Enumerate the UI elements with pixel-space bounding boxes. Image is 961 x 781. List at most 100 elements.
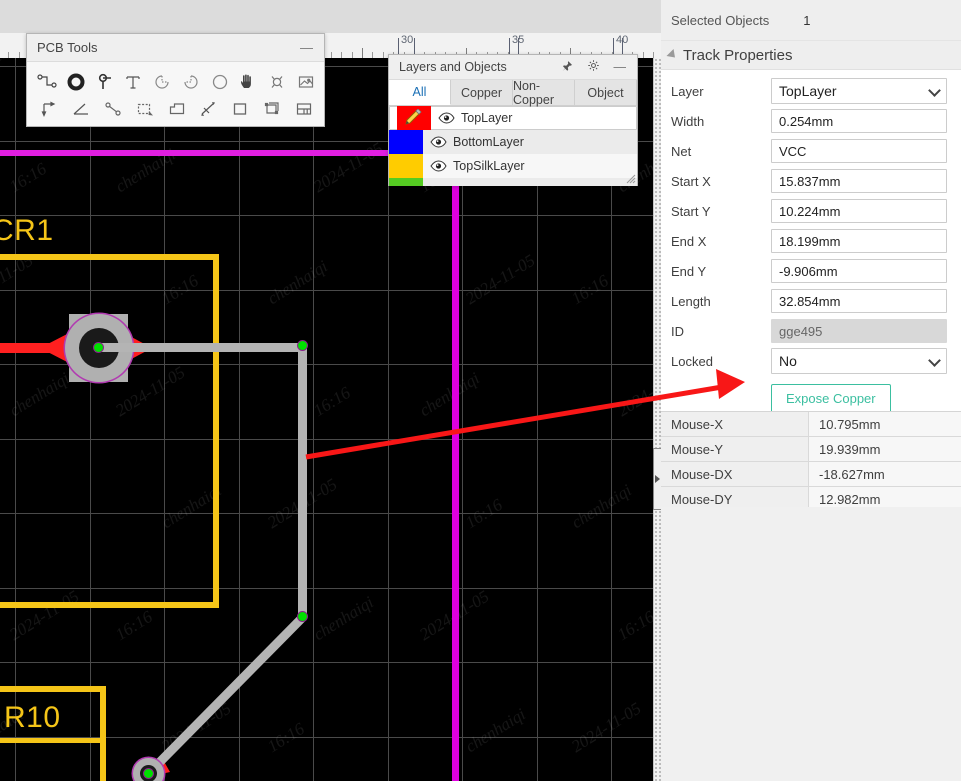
pad-tool[interactable] <box>62 68 91 95</box>
property-label-id: ID <box>671 323 684 339</box>
marquee-select-tool[interactable] <box>129 95 161 122</box>
expose-copper-button[interactable]: Expose Copper <box>771 384 891 413</box>
tab-object[interactable]: Object <box>575 80 637 105</box>
layers-tabs[interactable]: All Copper Non-Copper Object <box>389 79 637 107</box>
pin-icon[interactable] <box>558 60 576 75</box>
panel-empty-area <box>661 507 961 781</box>
property-label-start-y: Start Y <box>671 203 711 219</box>
track-vertex-start[interactable] <box>94 343 103 352</box>
layer-color-swatch[interactable] <box>389 178 423 186</box>
mouse-info-row: Mouse-Y 19.939mm <box>661 437 961 462</box>
layer-color-swatch[interactable] <box>389 154 423 178</box>
text-tool[interactable] <box>119 68 148 95</box>
layer-visibility-toggle[interactable] <box>423 136 453 148</box>
mouse-info-key: Mouse-X <box>661 412 809 436</box>
property-label-net: Net <box>671 143 692 159</box>
layer-color-swatch[interactable] <box>397 106 431 130</box>
layer-row[interactable] <box>389 178 637 186</box>
selected-objects-label: Selected Objects <box>671 12 770 28</box>
layer-row-bottomlayer[interactable]: BottomLayer <box>389 130 637 154</box>
circle-tool[interactable] <box>205 68 234 95</box>
layers-minimize-icon[interactable]: — <box>611 61 630 74</box>
property-control-start-x <box>771 169 947 193</box>
tab-non-copper[interactable]: Non-Copper <box>513 79 575 107</box>
angle-tool[interactable] <box>65 95 97 122</box>
tab-all[interactable]: All <box>389 80 451 105</box>
pcb-tools-title: PCB Tools <box>37 40 98 55</box>
mouse-info-row: Mouse-X 10.795mm <box>661 412 961 437</box>
pcb-tools-window[interactable]: PCB Tools — <box>26 33 325 127</box>
layers-list[interactable]: TopLayer BottomLayer TopSilkLayer <box>389 106 637 186</box>
end-x-input[interactable] <box>771 229 947 253</box>
layer-visibility-toggle[interactable] <box>431 112 461 124</box>
layer-name-label: BottomLayer <box>453 135 524 149</box>
track-vertex-end[interactable] <box>144 769 153 778</box>
pcb-tools-row-2 <box>33 95 320 122</box>
mouse-info-value: 19.939mm <box>809 437 961 461</box>
layers-and-objects-window[interactable]: Layers and Objects — All Copper Non-Copper… <box>388 54 638 186</box>
property-row-length: Length <box>671 286 947 316</box>
property-control-length <box>771 289 947 313</box>
arc-cw-tool[interactable] <box>177 68 206 95</box>
property-row-start-x: Start X <box>671 166 947 196</box>
property-control-end-y <box>771 259 947 283</box>
property-label-end-x: End X <box>671 233 707 249</box>
property-row-width: Width <box>671 106 947 136</box>
panelize-tool[interactable] <box>256 95 288 122</box>
width-input[interactable] <box>771 109 947 133</box>
locked-select[interactable]: No <box>771 348 947 374</box>
copper-area-tool[interactable] <box>161 95 193 122</box>
layer-color-swatch[interactable] <box>389 130 423 154</box>
pcb-tools-titlebar[interactable]: PCB Tools — <box>27 34 324 62</box>
dimension-tool[interactable] <box>192 95 224 122</box>
ruler-label: 35 <box>512 34 525 46</box>
property-row-locked: Locked No <box>671 346 947 376</box>
end-y-input[interactable] <box>771 259 947 283</box>
ruler-label: 30 <box>401 34 414 46</box>
layer-row-topsilklayer[interactable]: TopSilkLayer <box>389 154 637 178</box>
track-properties-form: Layer TopLayer Width Net Start X Start Y End X… <box>661 70 961 376</box>
property-label-start-x: Start X <box>671 173 711 189</box>
property-control-width <box>771 109 947 133</box>
net-input[interactable] <box>771 139 947 163</box>
start-x-input[interactable] <box>771 169 947 193</box>
property-row-end-y: End Y <box>671 256 947 286</box>
collapse-caret-icon <box>666 48 679 62</box>
hole-tool[interactable] <box>263 68 292 95</box>
layer-visibility-toggle[interactable] <box>423 160 453 172</box>
minimize-icon[interactable]: — <box>297 41 316 54</box>
layers-titlebar[interactable]: Layers and Objects — <box>389 55 637 80</box>
rectangle-tool[interactable] <box>224 95 256 122</box>
polyline-tool[interactable] <box>33 95 65 122</box>
eye-icon <box>429 136 447 148</box>
layer-select[interactable]: TopLayer <box>771 78 947 104</box>
toolbar-strip <box>0 0 661 34</box>
tab-copper[interactable]: Copper <box>451 80 513 105</box>
arc-ccw-tool[interactable] <box>148 68 177 95</box>
connection-tool[interactable] <box>97 95 129 122</box>
track-properties-header[interactable]: Track Properties <box>661 41 961 70</box>
length-input[interactable] <box>771 289 947 313</box>
track-tool[interactable] <box>33 68 62 95</box>
layer-row-toplayer[interactable]: TopLayer <box>389 106 637 130</box>
property-label-width: Width <box>671 113 705 129</box>
hand-tool[interactable] <box>234 68 263 95</box>
property-label-locked: Locked <box>671 353 713 369</box>
track-segment-diagonal <box>144 614 306 778</box>
table-tool[interactable] <box>288 95 320 122</box>
pencil-icon <box>405 109 422 125</box>
layer-name-label: TopLayer <box>461 111 513 125</box>
mouse-info-key: Mouse-Y <box>661 437 809 461</box>
track-vertex-corner-bottom[interactable] <box>298 612 307 621</box>
property-row-end-x: End X <box>671 226 947 256</box>
start-y-input[interactable] <box>771 199 947 223</box>
mouse-info-row: Mouse-DX -18.627mm <box>661 462 961 487</box>
property-row-net: Net <box>671 136 947 166</box>
image-tool[interactable] <box>291 68 320 95</box>
via-tool[interactable] <box>90 68 119 95</box>
resize-grip-icon[interactable] <box>624 172 636 184</box>
property-row-id: ID <box>671 316 947 346</box>
gear-icon[interactable] <box>584 59 603 75</box>
property-control-id <box>771 319 947 343</box>
track-vertex-corner-top[interactable] <box>298 341 307 350</box>
